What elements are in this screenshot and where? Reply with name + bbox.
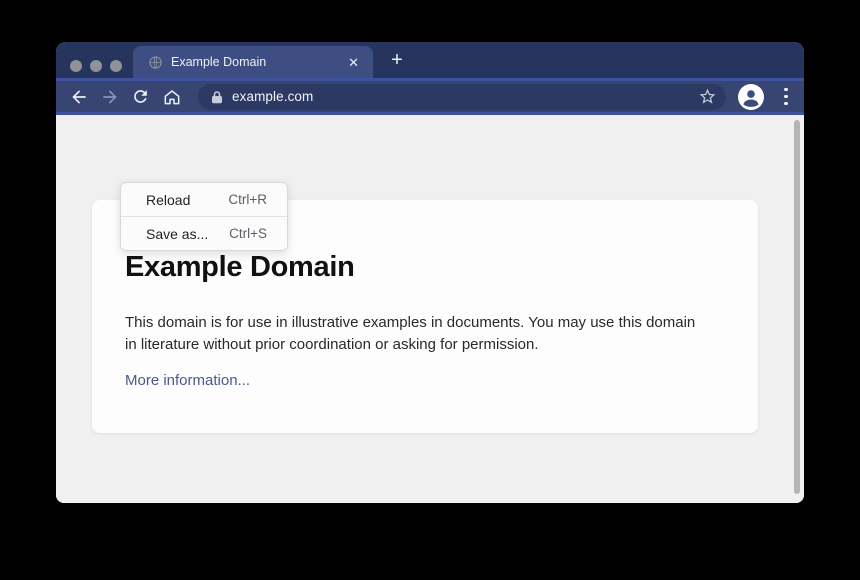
home-icon xyxy=(162,87,182,107)
toolbar: example.com xyxy=(56,81,804,115)
reload-button[interactable] xyxy=(125,83,156,111)
overflow-dot xyxy=(784,102,788,106)
overflow-menu-button[interactable] xyxy=(779,88,793,106)
address-bar[interactable]: example.com xyxy=(198,84,726,110)
globe-favicon-icon xyxy=(147,54,163,70)
menu-item-label: Save as... xyxy=(146,226,208,242)
tab-strip: Example Domain ✕ + xyxy=(56,42,804,81)
profile-avatar-button[interactable] xyxy=(738,84,764,110)
menu-item-save-as[interactable]: Save as... Ctrl+S xyxy=(121,217,287,250)
menu-item-label: Reload xyxy=(146,192,190,208)
tab-close-icon[interactable]: ✕ xyxy=(346,54,361,71)
forward-arrow-icon xyxy=(100,87,120,107)
reload-icon xyxy=(131,87,150,106)
overflow-dot xyxy=(784,95,788,99)
window-close-button[interactable] xyxy=(70,60,82,72)
star-icon xyxy=(698,87,717,106)
page-title: Example Domain xyxy=(125,250,725,284)
avatar-person-icon xyxy=(738,84,764,110)
menu-item-reload[interactable]: Reload Ctrl+R xyxy=(121,183,287,216)
window-zoom-button[interactable] xyxy=(110,60,122,72)
back-button[interactable] xyxy=(63,83,94,111)
tab-title: Example Domain xyxy=(171,55,346,69)
more-information-link[interactable]: More information... xyxy=(125,372,250,389)
tab-example-domain[interactable]: Example Domain ✕ xyxy=(133,46,373,78)
traffic-lights xyxy=(70,60,122,72)
page-content: Example Domain This domain is for use in… xyxy=(56,115,804,503)
menu-item-shortcut: Ctrl+S xyxy=(229,226,267,241)
browser-window: Example Domain ✕ + xyxy=(56,42,804,503)
new-tab-button[interactable]: + xyxy=(382,48,412,74)
home-button[interactable] xyxy=(156,83,187,111)
bookmark-star-button[interactable] xyxy=(698,87,717,106)
page-paragraph: This domain is for use in illustrative e… xyxy=(125,312,707,356)
vertical-scrollbar[interactable] xyxy=(794,120,800,494)
overflow-dot xyxy=(784,88,788,92)
url-text: example.com xyxy=(232,89,313,104)
window-minimize-button[interactable] xyxy=(90,60,102,72)
context-menu: Reload Ctrl+R Save as... Ctrl+S xyxy=(120,182,288,251)
back-arrow-icon xyxy=(69,87,89,107)
lock-icon xyxy=(211,90,223,104)
forward-button[interactable] xyxy=(94,83,125,111)
menu-item-shortcut: Ctrl+R xyxy=(228,192,267,207)
